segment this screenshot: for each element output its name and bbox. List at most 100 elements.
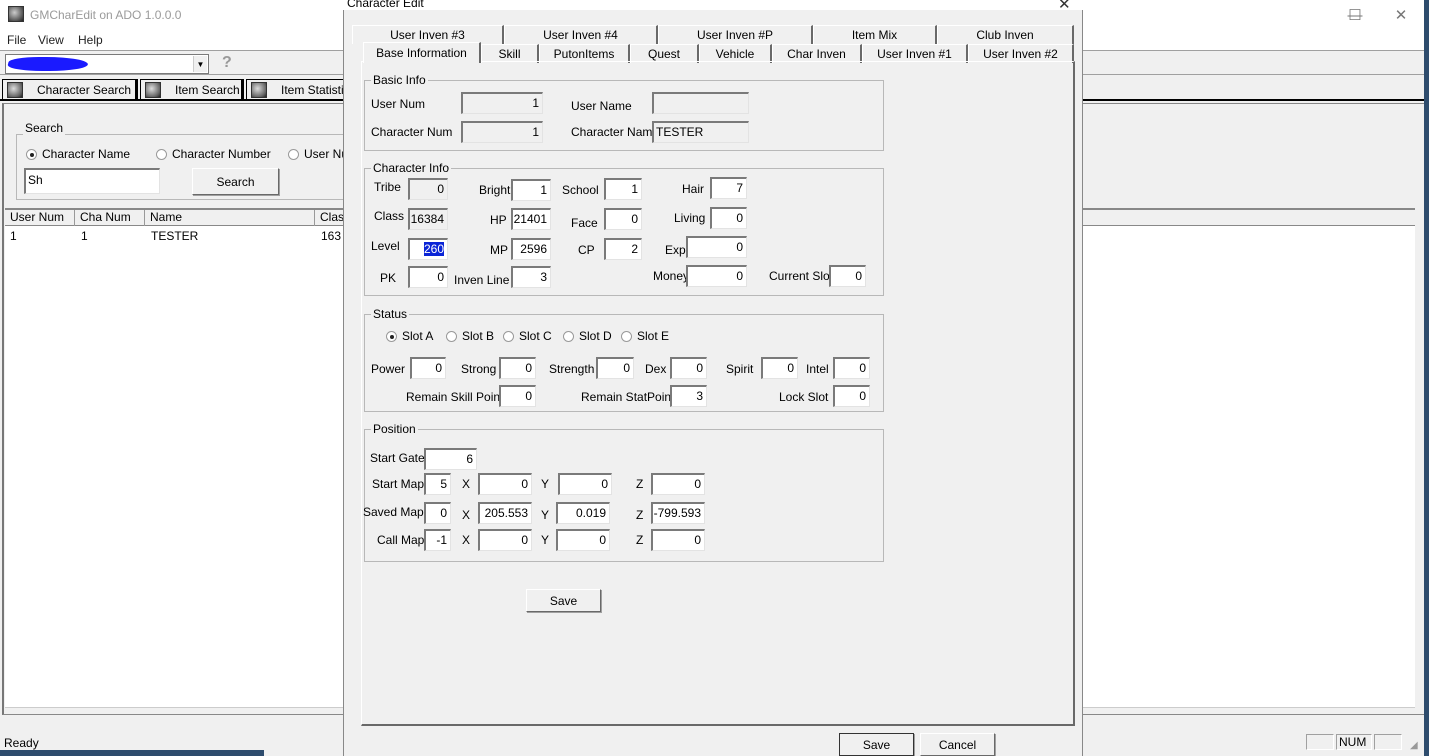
column-cha-num[interactable]: Cha Num	[75, 210, 145, 226]
tribe-label: Tribe	[374, 180, 401, 194]
level-field[interactable]: 260	[408, 238, 448, 260]
tab-user-inven-4[interactable]: User Inven #4	[504, 25, 658, 44]
radio-slot-e[interactable]: Slot E	[621, 329, 669, 343]
saved-map-y-field[interactable]: 0.019	[556, 502, 610, 524]
character-name-field[interactable]: TESTER	[652, 121, 749, 143]
spirit-field[interactable]: 0	[761, 357, 798, 379]
tab-base-information[interactable]: Base Information	[363, 42, 481, 63]
remain-stat-point-field[interactable]: 3	[670, 385, 707, 407]
tab-item-mix[interactable]: Item Mix	[813, 25, 937, 44]
hp-field[interactable]: 21401	[511, 208, 551, 230]
redacted-scribble	[6, 57, 90, 71]
start-map-y-field[interactable]: 0	[558, 473, 612, 495]
chevron-down-icon[interactable]: ▼	[193, 56, 207, 72]
status-pane-num: NUM	[1336, 734, 1372, 750]
call-map-field[interactable]: -1	[424, 529, 451, 551]
start-gate-label: Start Gate	[370, 451, 425, 465]
radio-icon	[26, 148, 37, 160]
start-map-z-field[interactable]: 0	[651, 473, 705, 495]
base-info-save-button[interactable]: Save	[526, 589, 601, 612]
radio-icon	[386, 330, 397, 342]
tab-character-search[interactable]: Character Search	[2, 79, 138, 100]
tribe-field[interactable]: 0	[408, 178, 448, 200]
radio-character-name[interactable]: Character Name	[26, 147, 130, 161]
user-num-field[interactable]: 1	[461, 92, 543, 114]
tab-item-statistic[interactable]: Item Statistic	[246, 79, 356, 100]
taskbar-strip	[0, 750, 264, 756]
cell-name: TESTER	[151, 229, 199, 243]
tab-club-inven[interactable]: Club Inven	[937, 25, 1074, 44]
class-field[interactable]: 16384	[408, 208, 448, 230]
menu-help[interactable]: Help	[78, 33, 103, 47]
class-label: Class	[374, 209, 405, 223]
dialog-cancel-button[interactable]: Cancel	[920, 733, 995, 756]
menu-file[interactable]: File	[7, 33, 26, 47]
level-value-selected: 260	[423, 242, 444, 256]
search-input[interactable]: Sh	[24, 168, 160, 194]
dex-field[interactable]: 0	[670, 357, 707, 379]
dialog-close-button[interactable]: ✕	[1058, 0, 1071, 13]
help-icon[interactable]: ?	[222, 54, 232, 72]
status-pane-scroll	[1374, 734, 1402, 750]
radio-icon	[503, 330, 514, 342]
start-gate-field[interactable]: 6	[424, 448, 477, 470]
dialog-save-button[interactable]: Save	[839, 733, 914, 756]
current-slot-field[interactable]: 0	[829, 265, 866, 287]
gear-icon	[251, 81, 267, 98]
lock-slot-label: Lock Slot	[779, 390, 829, 404]
hp-label: HP	[490, 213, 507, 227]
pk-field[interactable]: 0	[408, 266, 448, 288]
table-row[interactable]: 1 1 TESTER 163	[5, 229, 345, 245]
school-field[interactable]: 1	[604, 178, 642, 200]
mp-field[interactable]: 2596	[511, 238, 551, 260]
tab-user-inven-p[interactable]: User Inven #P	[658, 25, 813, 44]
radio-user-number[interactable]: User Nu	[288, 147, 348, 161]
character-info-title: Character Info	[371, 161, 452, 175]
bright-field[interactable]: 1	[511, 179, 551, 201]
strength-field[interactable]: 0	[596, 357, 634, 379]
character-name-label: Character Name	[571, 125, 660, 139]
remain-skill-point-field[interactable]: 0	[499, 385, 536, 407]
radio-slot-b[interactable]: Slot B	[446, 329, 494, 343]
strong-field[interactable]: 0	[499, 357, 536, 379]
character-num-field[interactable]: 1	[461, 121, 543, 143]
call-map-y-field[interactable]: 0	[556, 529, 610, 551]
call-map-z-field[interactable]: 0	[651, 529, 705, 551]
inven-line-field[interactable]: 3	[511, 266, 551, 288]
living-field[interactable]: 0	[710, 207, 747, 229]
start-map-field[interactable]: 5	[424, 473, 451, 495]
search-button[interactable]: Search	[192, 168, 279, 195]
radio-label: Character Number	[172, 147, 271, 161]
radio-icon	[446, 330, 457, 342]
status-title: Status	[371, 307, 410, 321]
saved-map-field[interactable]: 0	[424, 502, 451, 524]
lock-slot-field[interactable]: 0	[833, 385, 870, 407]
saved-map-x-field[interactable]: 205.553	[478, 502, 532, 524]
saved-map-z-field[interactable]: -799.593	[651, 502, 705, 524]
column-name[interactable]: Name	[145, 210, 315, 226]
resize-grip-icon[interactable]: ◢	[1410, 740, 1418, 751]
face-field[interactable]: 0	[604, 208, 642, 230]
radio-slot-c[interactable]: Slot C	[503, 329, 552, 343]
radio-slot-d[interactable]: Slot D	[563, 329, 612, 343]
start-map-x-field[interactable]: 0	[478, 473, 532, 495]
exp-field[interactable]: 0	[686, 236, 747, 258]
server-combo[interactable]: ▼	[5, 54, 209, 74]
position-title: Position	[371, 422, 418, 436]
user-name-field[interactable]	[652, 92, 749, 114]
radio-slot-a[interactable]: Slot A	[386, 329, 433, 343]
maximize-button[interactable]: ☐	[1332, 0, 1378, 30]
tab-item-search[interactable]: Item Search	[140, 79, 244, 100]
hair-field[interactable]: 7	[710, 177, 747, 199]
current-slot-label: Current Slot	[769, 269, 834, 283]
radio-character-number[interactable]: Character Number	[156, 147, 271, 161]
call-map-x-field[interactable]: 0	[478, 529, 532, 551]
money-field[interactable]: 0	[686, 265, 747, 287]
window-title: GMCharEdit on ADO 1.0.0.0	[30, 8, 182, 22]
intel-field[interactable]: 0	[833, 357, 870, 379]
menu-view[interactable]: View	[38, 33, 64, 47]
cp-field[interactable]: 2	[604, 238, 642, 260]
power-field[interactable]: 0	[410, 357, 446, 379]
column-user-num[interactable]: User Num	[5, 210, 75, 226]
close-button[interactable]: ✕	[1378, 0, 1424, 30]
